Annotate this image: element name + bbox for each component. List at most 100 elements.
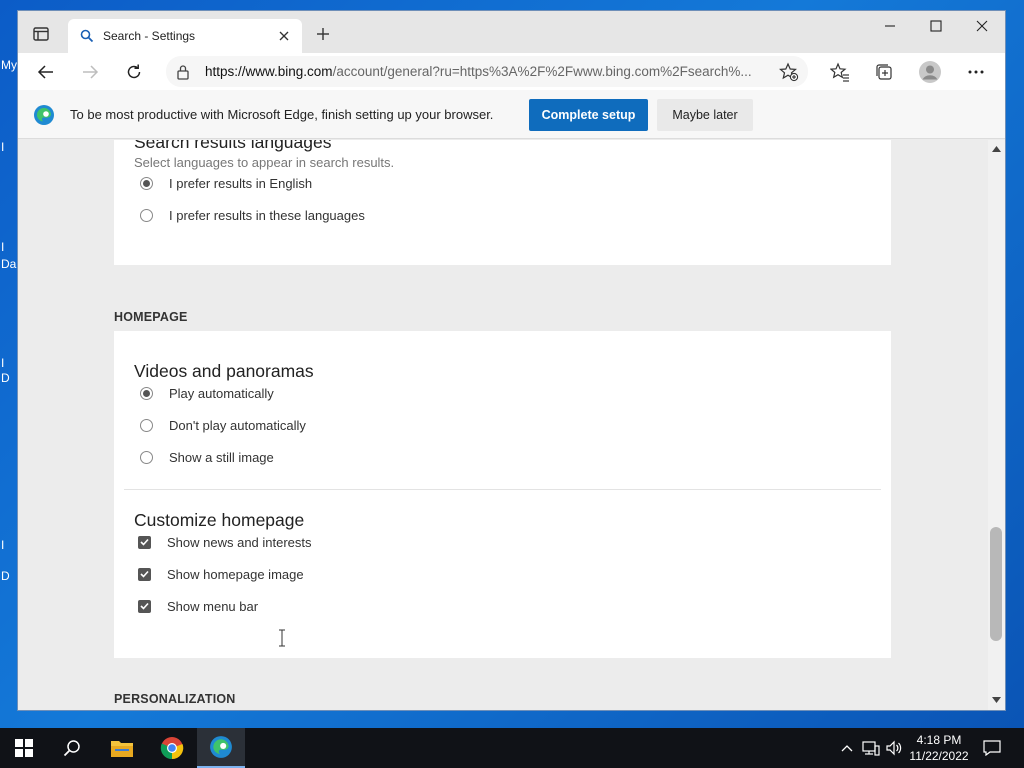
refresh-icon — [127, 64, 141, 79]
tab-close-button[interactable] — [274, 26, 294, 46]
chevron-up-icon — [841, 745, 853, 752]
plus-icon — [317, 28, 329, 40]
scroll-up-button[interactable] — [990, 142, 1003, 155]
taskbar-search-button[interactable] — [48, 728, 96, 768]
edge-taskbar-button[interactable] — [197, 728, 245, 768]
refresh-button[interactable] — [120, 58, 148, 86]
show-hidden-icons-button[interactable] — [838, 728, 856, 768]
option-label: Show homepage image — [167, 566, 304, 582]
infobar-message: To be most productive with Microsoft Edg… — [70, 107, 494, 122]
collections-button[interactable] — [870, 58, 898, 86]
favorites-button[interactable] — [826, 58, 854, 86]
forward-button[interactable] — [76, 58, 104, 86]
radio-option-still-image[interactable]: Show a still image — [140, 448, 274, 466]
desktop-icon-label[interactable]: I — [1, 538, 4, 552]
videos-title: Videos and panoramas — [134, 361, 314, 381]
forward-arrow-icon — [83, 65, 99, 79]
radio-button[interactable] — [140, 450, 153, 464]
customize-title: Customize homepage — [134, 510, 305, 530]
more-icon — [968, 70, 984, 74]
checkbox[interactable] — [138, 535, 151, 549]
edge-logo-icon — [34, 105, 54, 125]
address-bar[interactable]: https://www.bing.com/account/general?ru=… — [166, 56, 808, 87]
option-label: Play automatically — [169, 385, 274, 401]
chrome-button[interactable] — [148, 728, 196, 768]
back-arrow-icon — [37, 65, 53, 79]
search-icon — [80, 29, 94, 43]
desktop-icon-label[interactable]: Da — [1, 257, 16, 271]
checkbox-option-menu-bar[interactable]: Show menu bar — [138, 597, 258, 615]
option-label: Show news and interests — [167, 534, 312, 550]
personalization-card — [114, 710, 891, 711]
favorites-icon — [830, 62, 849, 82]
url-path: /account/general?ru=https%3A%2F%2Fwww.bi… — [332, 64, 752, 79]
search-icon — [63, 740, 80, 757]
collections-icon — [876, 64, 892, 80]
languages-card: Search results languages Select language… — [114, 140, 891, 265]
checkbox-option-news[interactable]: Show news and interests — [138, 533, 312, 551]
radio-option-play-automatically[interactable]: Play automatically — [140, 384, 274, 402]
checkmark-icon — [140, 570, 149, 578]
scroll-down-button[interactable] — [990, 693, 1003, 706]
text-cursor-icon — [279, 629, 285, 647]
option-label: Show a still image — [169, 449, 274, 465]
lock-icon[interactable] — [176, 64, 190, 80]
notifications-button[interactable] — [978, 728, 1006, 768]
browser-toolbar: https://www.bing.com/account/general?ru=… — [18, 53, 1005, 90]
radio-button[interactable] — [140, 176, 153, 190]
checkbox[interactable] — [138, 567, 151, 581]
option-label: Show menu bar — [167, 598, 259, 614]
start-button[interactable] — [0, 728, 48, 768]
maximize-button[interactable] — [913, 11, 959, 41]
radio-button[interactable] — [140, 418, 153, 432]
option-label: I prefer results in English — [169, 175, 313, 191]
clock-date: 11/22/2022 — [909, 749, 969, 763]
network-icon — [862, 741, 880, 756]
radio-button[interactable] — [140, 208, 153, 222]
settings-more-button[interactable] — [962, 58, 990, 86]
tab-actions-button[interactable] — [28, 23, 54, 45]
close-icon — [976, 20, 988, 32]
radio-option-these-languages[interactable]: I prefer results in these languages — [140, 206, 365, 224]
tab-search-settings[interactable]: Search - Settings — [68, 19, 302, 53]
scrollbar-thumb[interactable] — [990, 527, 1002, 641]
file-explorer-button[interactable] — [98, 728, 146, 768]
close-window-button[interactable] — [959, 11, 1005, 41]
back-button[interactable] — [32, 58, 60, 86]
chrome-icon — [160, 737, 184, 760]
desktop-icon-label[interactable]: I — [1, 140, 4, 154]
minimize-button[interactable] — [867, 11, 913, 41]
homepage-card: Videos and panoramas Play automatically … — [114, 331, 891, 658]
checkbox-option-homepage-image[interactable]: Show homepage image — [138, 565, 304, 583]
new-tab-button[interactable] — [312, 23, 334, 45]
radio-option-dont-play[interactable]: Don't play automatically — [140, 416, 306, 434]
desktop-icon-label[interactable]: D — [1, 371, 10, 385]
add-favorite-button[interactable] — [776, 59, 802, 85]
desktop-icon-label[interactable]: My — [1, 58, 17, 72]
close-icon — [279, 31, 289, 41]
network-button[interactable] — [860, 728, 882, 768]
profile-button[interactable] — [916, 58, 944, 86]
personalization-heading: PERSONALIZATION — [114, 692, 236, 706]
option-label: I prefer results in these languages — [169, 207, 365, 223]
chevron-down-icon — [992, 696, 1001, 703]
languages-subtitle: Select languages to appear in search res… — [134, 155, 395, 170]
desktop-icon-label[interactable]: I — [1, 240, 4, 254]
system-clock[interactable]: 4:18 PM 11/22/2022 — [904, 732, 974, 764]
checkmark-icon — [140, 538, 149, 546]
maybe-later-button[interactable]: Maybe later — [657, 99, 753, 131]
complete-setup-button[interactable]: Complete setup — [529, 99, 648, 131]
maximize-icon — [930, 20, 942, 32]
tab-title: Search - Settings — [103, 29, 196, 43]
checkbox[interactable] — [138, 599, 151, 613]
url-text: https://www.bing.com/account/general?ru=… — [205, 64, 770, 79]
radio-button[interactable] — [140, 386, 153, 400]
desktop-icon-label[interactable]: D — [1, 569, 10, 583]
desktop-icon-label[interactable]: I — [1, 356, 4, 370]
url-host: https://www.bing.com — [205, 64, 333, 79]
avatar-icon — [919, 61, 941, 83]
volume-button[interactable] — [883, 728, 905, 768]
setup-infobar: To be most productive with Microsoft Edg… — [18, 90, 1005, 139]
languages-title: Search results languages — [134, 140, 332, 152]
radio-option-english[interactable]: I prefer results in English — [140, 174, 312, 192]
